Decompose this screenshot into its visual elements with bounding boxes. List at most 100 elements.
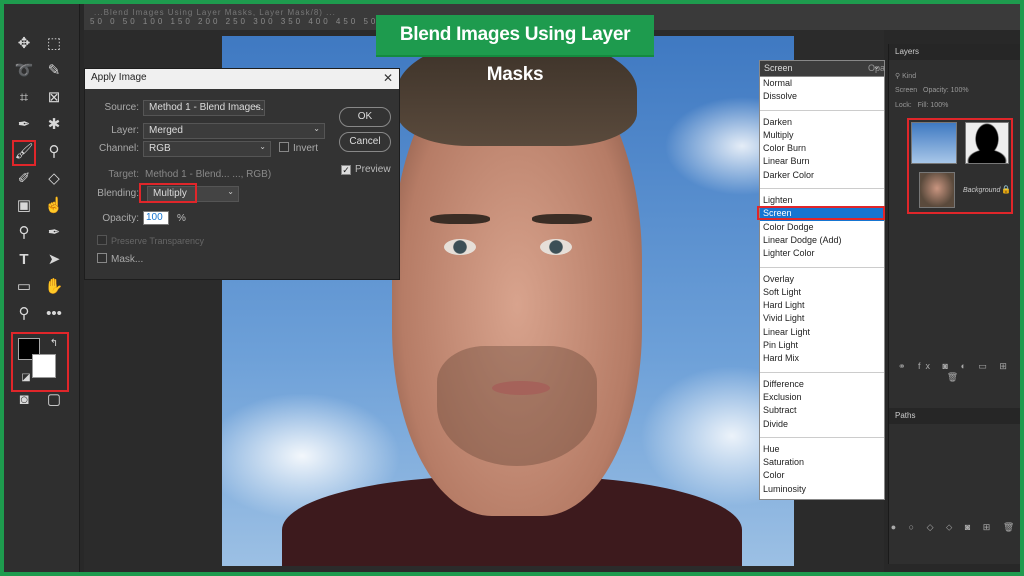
layer-filter-row[interactable]: ⚲ Kind xyxy=(889,70,1020,85)
blend-mode-option[interactable]: Vivid Light xyxy=(760,312,884,325)
opacity-short-label: Opa xyxy=(868,63,886,73)
blend-mode-option[interactable]: Color Dodge xyxy=(760,221,884,234)
gradient-tool-icon[interactable]: ▣ xyxy=(12,194,36,218)
blend-mode-option[interactable]: Luminosity xyxy=(760,483,884,496)
channel-value: RGB xyxy=(149,143,171,154)
cancel-button[interactable]: Cancel xyxy=(339,132,391,152)
chevron-down-icon: ⌄ xyxy=(227,187,234,196)
target-label: Target: xyxy=(108,169,139,180)
blend-mode-option[interactable]: Multiply xyxy=(760,129,884,142)
quick-select-tool-icon[interactable]: ✎ xyxy=(42,59,66,83)
chevron-down-icon: ⌄ xyxy=(259,142,266,151)
crop-tool-icon[interactable]: ⌗ xyxy=(12,86,36,110)
type-tool-icon[interactable]: T xyxy=(12,248,36,272)
pen-tool-icon[interactable]: ✒ xyxy=(42,221,66,245)
tools-panel: ✥ ⬚ ➰ ✎ ⌗ ⊠ ✒ ✱ 🖌 ⚲ ✐ ◇ ▣ ☝ ⚲ ✒ T ➤ ▭ ✋ … xyxy=(4,4,80,572)
blend-mode-option[interactable]: Subtract xyxy=(760,404,884,417)
swap-colors-icon[interactable]: ↰ xyxy=(42,332,66,356)
tab-paths[interactable]: Paths xyxy=(889,408,1020,424)
layer-label: Layer: xyxy=(111,125,139,136)
blend-mode-option[interactable]: Linear Burn xyxy=(760,155,884,168)
layer-fill[interactable]: Fill: 100% xyxy=(918,102,949,109)
patch-tool-icon[interactable]: ✱ xyxy=(42,113,66,137)
blend-mode-select[interactable]: Screen ⌄ xyxy=(760,61,884,77)
history-brush-tool-icon[interactable]: ✐ xyxy=(12,167,36,191)
mask-box[interactable] xyxy=(97,253,107,263)
blend-mode-list: Normal Dissolve Darken Multiply Color Burn Li… xyxy=(760,77,884,496)
hand-tool-icon[interactable]: ✋ xyxy=(42,275,66,299)
blend-mode-option[interactable]: Hue xyxy=(760,443,884,456)
blend-mode-option[interactable]: Divide xyxy=(760,418,884,431)
mask-label: Mask... xyxy=(111,254,144,265)
move-tool-icon[interactable]: ✥ xyxy=(12,32,36,56)
channel-select[interactable]: RGB ⌄ xyxy=(143,141,271,157)
kind-filter[interactable]: Kind xyxy=(902,73,916,80)
preserve-transparency-label: Preserve Transparency xyxy=(111,236,205,246)
eyedropper-tool-icon[interactable]: ✒ xyxy=(12,113,36,137)
preserve-transparency-checkbox: Preserve Transparency xyxy=(97,235,204,246)
layer-blend-mode[interactable]: Screen xyxy=(895,87,917,94)
blend-opacity-row: Screen Opacity: 100% xyxy=(889,85,1020,100)
dialog-title: Apply Image xyxy=(85,69,399,89)
blend-mode-option[interactable]: Color Burn xyxy=(760,142,884,155)
default-colors-icon[interactable]: ◪ xyxy=(14,366,38,390)
preview-box[interactable]: ✓ xyxy=(341,165,351,175)
screen-mode-icon[interactable]: ▢ xyxy=(42,388,66,412)
blend-mode-option[interactable]: Soft Light xyxy=(760,286,884,299)
left-eye xyxy=(444,239,476,255)
layers-highlight xyxy=(907,118,1013,214)
blend-mode-option[interactable]: Darker Color xyxy=(760,169,884,182)
layer-select[interactable]: Merged ⌄ xyxy=(143,123,325,139)
blend-mode-option[interactable]: Hard Mix xyxy=(760,352,884,365)
blend-mode-option[interactable]: Overlay xyxy=(760,273,884,286)
path-select-tool-icon[interactable]: ➤ xyxy=(42,248,66,272)
marquee-tool-icon[interactable]: ⬚ xyxy=(42,32,66,56)
blend-mode-option[interactable]: Color xyxy=(760,469,884,482)
mask-checkbox[interactable]: Mask... xyxy=(97,253,143,265)
target-value: Method 1 - Blend... ..., RGB) xyxy=(145,169,272,180)
more-tools-icon[interactable]: ••• xyxy=(42,302,66,326)
blend-mode-option[interactable]: Saturation xyxy=(760,456,884,469)
tab-layers[interactable]: Layers xyxy=(889,44,1020,60)
source-select[interactable]: Method 1 - Blend Images... ⌄ xyxy=(143,100,265,116)
blend-mode-option[interactable]: Linear Dodge (Add) xyxy=(760,234,884,247)
opacity-input[interactable]: 100 xyxy=(143,211,169,225)
chevron-down-icon: ⌄ xyxy=(253,101,260,110)
blend-mode-option[interactable]: Darken xyxy=(760,116,884,129)
blend-mode-option[interactable]: Normal xyxy=(760,77,884,90)
smudge-tool-icon[interactable]: ☝ xyxy=(42,194,66,218)
blend-mode-option[interactable]: Difference xyxy=(760,378,884,391)
layer-opacity[interactable]: Opacity: 100% xyxy=(923,87,969,94)
blend-mode-option[interactable]: Exclusion xyxy=(760,391,884,404)
stamp-tool-icon[interactable]: ⚲ xyxy=(42,140,66,164)
preview-checkbox[interactable]: ✓ Preview xyxy=(341,164,391,175)
paths-footer-icons[interactable]: ● ○ ◇ ⬦ ◙ ⊞ 🗑 xyxy=(889,522,1020,533)
close-icon[interactable]: ✕ xyxy=(383,71,393,85)
zoom-tool-icon[interactable]: ⚲ xyxy=(12,302,36,326)
frame-tool-icon[interactable]: ⊠ xyxy=(42,86,66,110)
document-tab-label[interactable]: ...Blend Images Using Layer Masks, Layer… xyxy=(94,8,336,17)
lasso-tool-icon[interactable]: ➰ xyxy=(12,59,36,83)
layers-footer-icons[interactable]: ⚭ fx ◙ ◐ ▭ ⊞ 🗑 xyxy=(889,361,1020,383)
quick-mask-icon[interactable]: ◙ xyxy=(12,388,36,412)
ok-button[interactable]: OK xyxy=(339,107,391,127)
preserve-transparency-box xyxy=(97,235,107,245)
invert-label: Invert xyxy=(293,143,319,154)
blend-mode-option[interactable]: Lighter Color xyxy=(760,247,884,260)
invert-box[interactable] xyxy=(279,142,289,152)
blend-mode-option[interactable]: Linear Light xyxy=(760,326,884,339)
blend-mode-menu: Screen ⌄ Normal Dissolve Darken Multiply Colo… xyxy=(759,60,885,500)
rectangle-tool-icon[interactable]: ▭ xyxy=(12,275,36,299)
brush-tool-highlight xyxy=(12,140,36,166)
screen-option-highlight xyxy=(757,206,885,220)
channel-label: Channel: xyxy=(98,143,139,154)
left-eyebrow xyxy=(430,214,490,224)
eraser-tool-icon[interactable]: ◇ xyxy=(42,167,66,191)
blend-mode-option[interactable]: Dissolve xyxy=(760,90,884,103)
dodge-tool-icon[interactable]: ⚲ xyxy=(12,221,36,245)
blend-mode-option[interactable]: Hard Light xyxy=(760,299,884,312)
blend-mode-option[interactable]: Pin Light xyxy=(760,339,884,352)
invert-checkbox[interactable]: Invert xyxy=(279,142,318,154)
blending-label: Blending: xyxy=(97,188,139,199)
layers-panel: Layers ⚲ Kind Screen Opacity: 100% Lock:… xyxy=(888,44,1020,564)
